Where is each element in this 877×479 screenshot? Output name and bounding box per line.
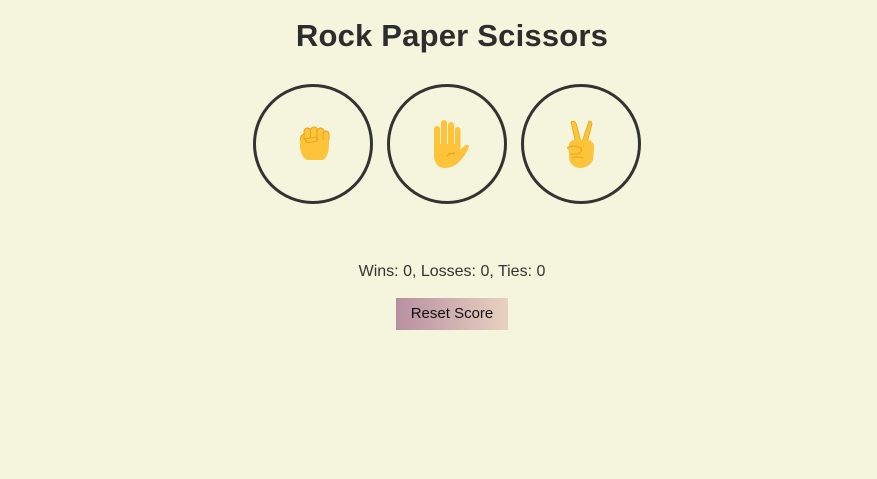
scissors-button[interactable]: [521, 84, 641, 204]
victory-hand-icon: [559, 118, 603, 170]
paper-button[interactable]: [387, 84, 507, 204]
choice-buttons: [253, 84, 641, 204]
score-display: Wins: 0, Losses: 0, Ties: 0: [358, 263, 546, 280]
game-page: Rock Paper Scissors Wins: 0, Losses: 0, …: [0, 0, 877, 479]
fist-icon: [291, 122, 335, 166]
raised-hand-icon: [423, 118, 471, 170]
page-title: Rock Paper Scissors: [295, 18, 609, 53]
reset-score-button[interactable]: Reset Score: [396, 298, 508, 330]
rock-button[interactable]: [253, 84, 373, 204]
